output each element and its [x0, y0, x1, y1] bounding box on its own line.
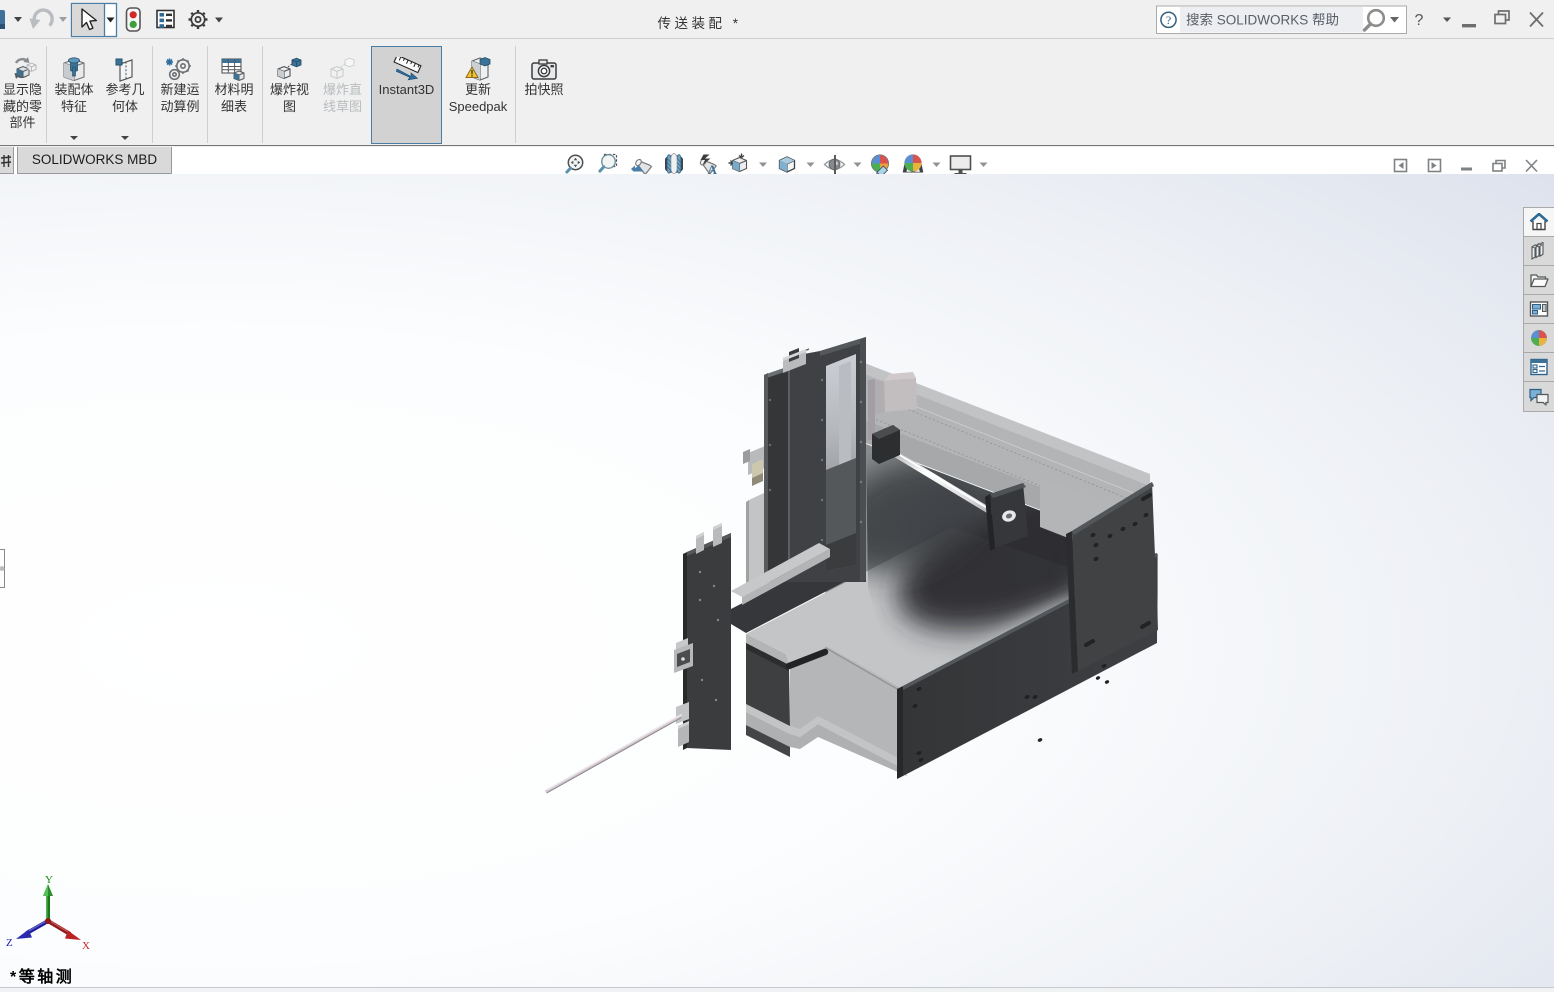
svg-text:Z: Z	[6, 937, 13, 949]
svg-text:搜索 SOLIDWORKS 帮助: 搜索 SOLIDWORKS 帮助	[1186, 13, 1339, 28]
svg-text:X: X	[82, 940, 90, 952]
svg-text:?: ?	[1166, 13, 1171, 27]
svg-text:!: !	[471, 69, 474, 79]
svg-text:Y: Y	[45, 874, 53, 886]
svg-text:?: ?	[1415, 12, 1424, 29]
